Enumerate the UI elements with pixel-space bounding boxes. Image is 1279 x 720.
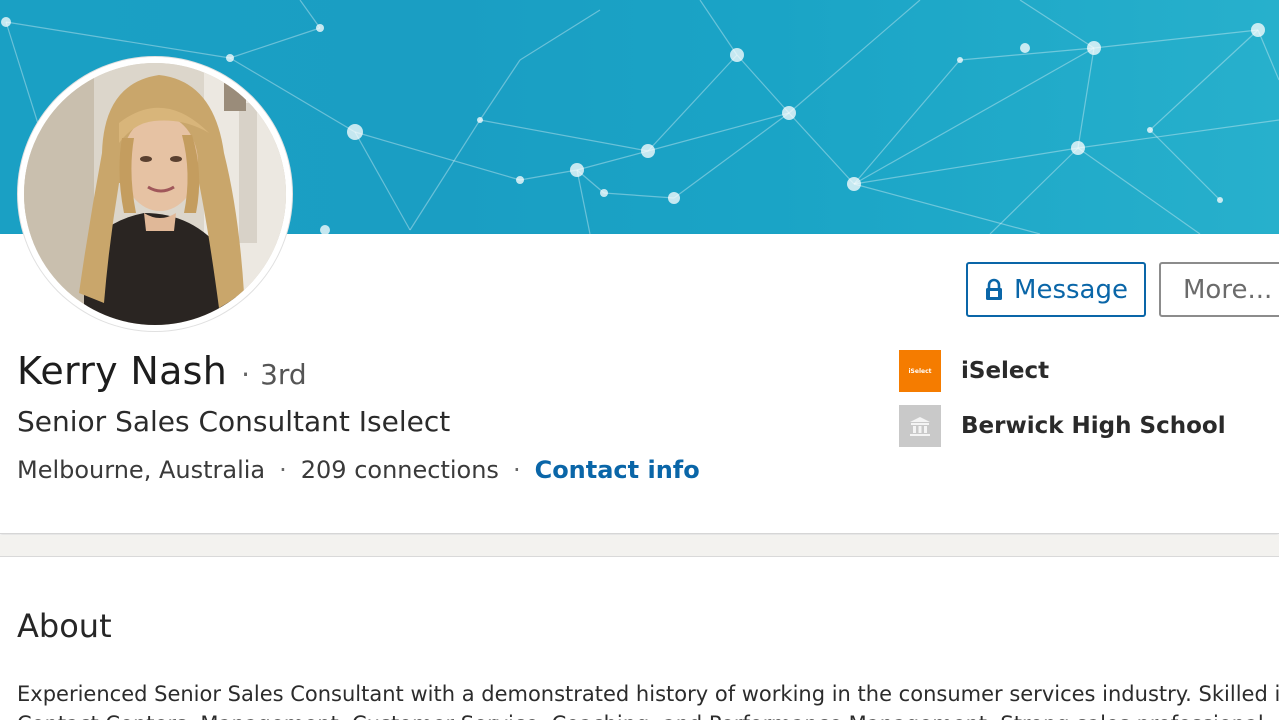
degree-separator: · [241,358,251,391]
message-button[interactable]: Message [966,262,1146,317]
meta-separator: · [279,456,287,484]
message-button-label: Message [1014,274,1128,305]
connections-count[interactable]: 209 connections [301,456,499,484]
profile-name: Kerry Nash [17,349,228,393]
meta-separator: · [512,456,521,484]
profile-meta: Melbourne, Australia · 209 connections ·… [17,456,700,484]
more-button-label: More... [1183,274,1273,305]
avatar[interactable] [18,57,292,331]
school-name: Berwick High School [961,413,1226,439]
about-text-line: Experienced Senior Sales Consultant with… [17,682,1279,706]
person-photo-icon [24,63,286,325]
iselect-logo-icon: iSelect [899,350,941,392]
connection-degree-badge: 3rd [260,358,307,391]
profile-photo [24,63,286,325]
lock-icon [984,278,1004,302]
more-button[interactable]: More... [1159,262,1279,317]
about-text: Experienced Senior Sales Consultant with… [17,679,1279,720]
profile-headline: Senior Sales Consultant Iselect [17,405,451,438]
current-company[interactable]: iSelect iSelect [899,350,1049,392]
iselect-logo-text: iSelect [908,367,932,375]
section-divider [0,535,1279,557]
profile-page: Message More... Kerry Nash · 3rd Senior … [0,0,1279,720]
contact-info-link[interactable]: Contact info [535,456,700,484]
profile-location: Melbourne, Australia [17,456,266,484]
about-text-line: Contact Centers, Management, Customer Se… [17,709,1279,720]
education-school[interactable]: Berwick High School [899,405,1226,447]
name-row: Kerry Nash · 3rd [17,349,307,393]
about-heading: About [17,607,112,645]
company-name: iSelect [961,358,1050,384]
school-building-icon [899,405,941,447]
